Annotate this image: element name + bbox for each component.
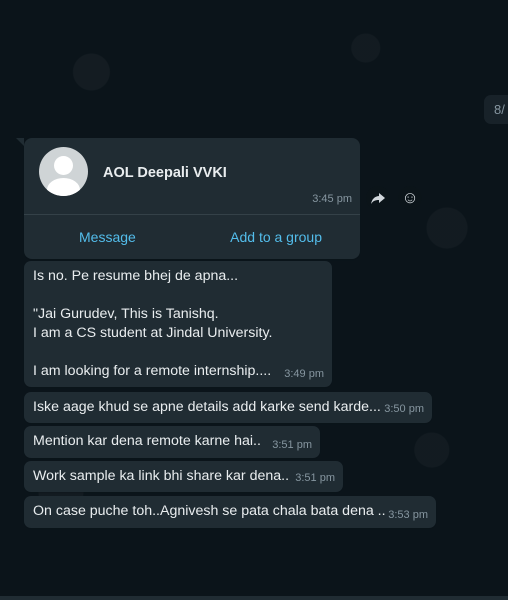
forward-icon[interactable] xyxy=(366,186,390,210)
message-time: 3:45 pm xyxy=(312,193,352,205)
contact-card-tail xyxy=(16,138,24,146)
message-text: Mention kar dena remote karne hai.. xyxy=(33,433,261,449)
incoming-message[interactable]: Is no. Pe resume bhej de apna... "Jai Gu… xyxy=(24,261,332,387)
contact-card-message[interactable]: AOL Deepali VVKI 3:45 pm Message Add to … xyxy=(24,138,360,259)
message-time: 3:51 pm xyxy=(295,472,335,484)
message-text: On case puche toh..Agnivesh se pata chal… xyxy=(33,503,386,519)
message-time: 3:49 pm xyxy=(284,368,324,380)
message-time: 3:50 pm xyxy=(384,403,424,415)
emoji-icon[interactable]: ☺ xyxy=(398,186,422,210)
message-contact-button[interactable]: Message xyxy=(79,229,136,245)
incoming-message[interactable]: Work sample ka link bhi share kar dena..… xyxy=(24,461,343,492)
incoming-message[interactable]: Mention kar dena remote karne hai.. 3:51… xyxy=(24,426,320,458)
composer-edge xyxy=(0,596,508,600)
message-text: Iske aage khud se apne details add karke… xyxy=(33,399,381,415)
message-time: 3:53 pm xyxy=(388,509,428,521)
add-to-group-button[interactable]: Add to a group xyxy=(230,229,322,245)
incoming-message[interactable]: On case puche toh..Agnivesh se pata chal… xyxy=(24,496,436,528)
contact-name[interactable]: AOL Deepali VVKI xyxy=(103,165,227,181)
contact-card-actions: Message Add to a group xyxy=(24,214,360,259)
message-text: Work sample ka link bhi share kar dena.. xyxy=(33,468,290,484)
incoming-message[interactable]: Iske aage khud se apne details add karke… xyxy=(24,392,432,423)
message-time: 3:51 pm xyxy=(272,439,312,451)
message-text: Is no. Pe resume bhej de apna... "Jai Gu… xyxy=(33,268,273,379)
chat-panel: 8/ AOL Deepali VVKI 3:45 pm Message Add … xyxy=(0,0,508,600)
avatar[interactable] xyxy=(39,147,88,196)
date-chip: 8/ xyxy=(484,95,508,124)
message-side-actions: ☺ xyxy=(366,186,424,210)
